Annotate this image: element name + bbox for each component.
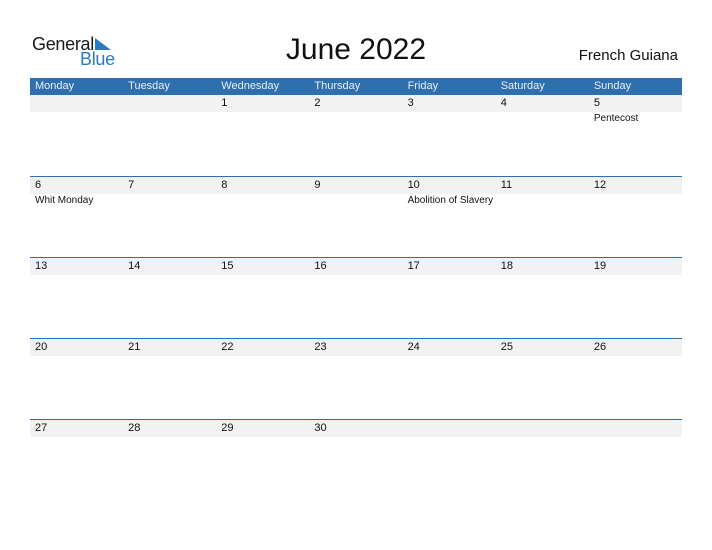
week-row: 27 28 29 30: [30, 419, 682, 500]
day-number: 15: [221, 260, 234, 272]
weekday-label: Saturday: [500, 80, 545, 92]
date-strip: 27 28 29 30: [30, 420, 682, 437]
day-number: 1: [221, 97, 228, 109]
day-number: 10: [407, 179, 420, 191]
holiday-label: Whit Monday: [35, 195, 94, 206]
holiday-label: Abolition of Slavery: [407, 195, 494, 206]
day-number: 22: [221, 341, 234, 353]
day-number: 19: [593, 260, 607, 272]
day-number: 3: [407, 97, 414, 109]
day-number: [123, 95, 216, 112]
day-number: 11: [500, 179, 513, 191]
day-number: 5: [593, 97, 600, 109]
weekday-label: Friday: [407, 80, 439, 92]
day-number: 14: [128, 260, 141, 272]
week-row: 13 14 15 16 17 18 19: [30, 257, 682, 338]
day-number: [30, 95, 123, 112]
day-number: [403, 420, 496, 437]
day-number: 7: [128, 179, 135, 191]
region-label: French Guiana: [578, 47, 678, 64]
weekday-label: Wednesday: [221, 80, 280, 92]
day-number: 23: [314, 341, 327, 353]
day-number: 21: [128, 341, 141, 353]
weekday-label: Sunday: [593, 80, 632, 92]
weekday-label: Thursday: [314, 80, 361, 92]
day-number: 28: [128, 422, 141, 434]
weekday-header: Monday Tuesday Wednesday Thursday Friday…: [30, 78, 682, 95]
date-strip: 1 2 3 4 5: [30, 95, 682, 112]
day-number: 26: [593, 341, 607, 353]
day-number: [496, 420, 589, 437]
week-row: 1 2 3 4 5 Pentecost: [30, 95, 682, 176]
holiday-label: [216, 112, 309, 126]
holiday-label: [216, 194, 309, 208]
event-row: Whit Monday Abolition of Slavery: [30, 194, 682, 208]
weekday-label: Tuesday: [128, 80, 170, 92]
week-row: 20 21 22 23 24 25 26: [30, 338, 682, 419]
day-number: 9: [314, 179, 321, 191]
day-number: 16: [314, 260, 327, 272]
date-strip: 6 7 8 9 10 11 12: [30, 177, 682, 194]
event-row: Pentecost: [30, 112, 682, 126]
holiday-label: [123, 112, 216, 126]
calendar-grid: Monday Tuesday Wednesday Thursday Friday…: [30, 78, 682, 500]
day-number: 6: [35, 179, 42, 191]
holiday-label: [123, 194, 216, 208]
day-number: 18: [500, 260, 513, 272]
holiday-label: [403, 112, 496, 126]
weekday-label: Monday: [35, 80, 75, 92]
date-strip: 13 14 15 16 17 18 19: [30, 258, 682, 275]
day-number: 25: [500, 341, 513, 353]
holiday-label: Pentecost: [593, 113, 639, 124]
day-number: 13: [35, 260, 48, 272]
day-number: 20: [35, 341, 48, 353]
day-number: 17: [407, 260, 420, 272]
day-number: 2: [314, 97, 321, 109]
day-number: 8: [221, 179, 228, 191]
holiday-label: [496, 112, 589, 126]
day-number: 27: [35, 422, 48, 434]
day-number: 29: [221, 422, 234, 434]
holiday-label: [309, 112, 402, 126]
day-number: 30: [314, 422, 327, 434]
holiday-label: [496, 194, 589, 208]
day-number: 24: [407, 341, 420, 353]
holiday-label: [30, 112, 123, 126]
holiday-label: [309, 194, 402, 208]
holiday-label: [589, 194, 682, 208]
day-number: 4: [500, 97, 507, 109]
week-row: 6 7 8 9 10 11 12 Whit Monday Abolition of Slaver…: [30, 176, 682, 257]
date-strip: 20 21 22 23 24 25 26: [30, 339, 682, 356]
day-number: 12: [593, 179, 607, 191]
day-number: [589, 420, 682, 437]
